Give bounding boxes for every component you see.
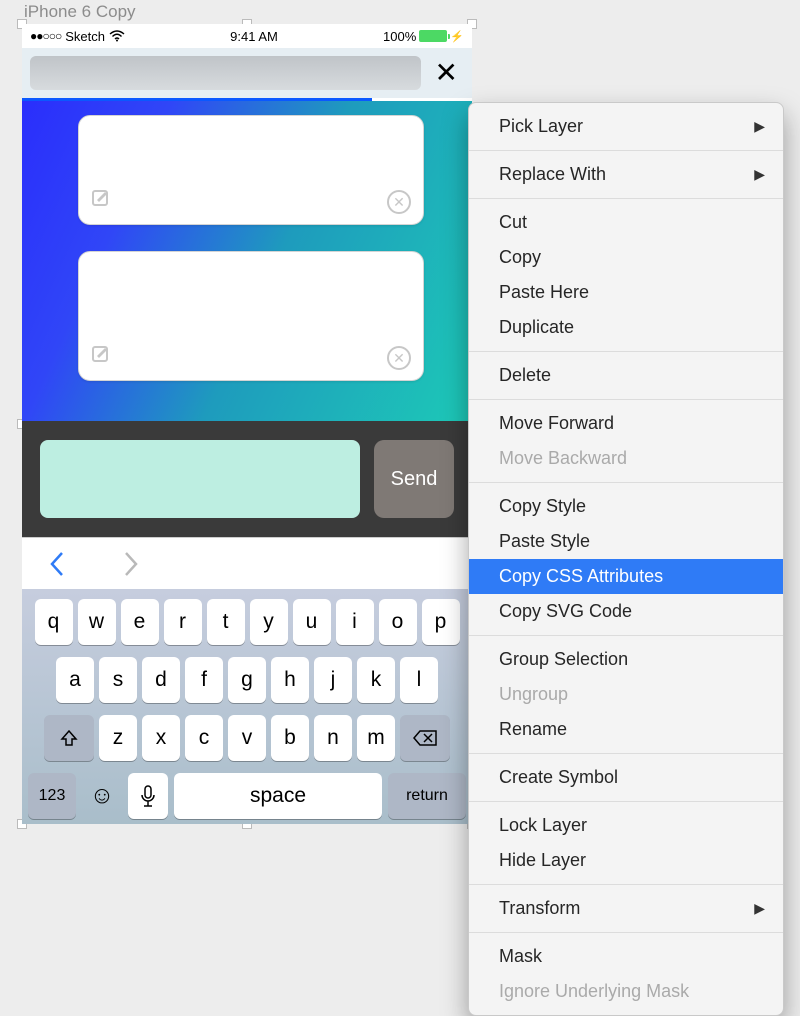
- wifi-icon: [109, 30, 125, 42]
- key-u[interactable]: u: [293, 599, 331, 645]
- message-card[interactable]: ✕: [78, 251, 424, 381]
- menu-lock-layer[interactable]: Lock Layer: [469, 808, 783, 843]
- menu-pick-layer[interactable]: Pick Layer▶: [469, 109, 783, 144]
- compose-icon[interactable]: [91, 345, 111, 370]
- search-bar: ✕: [22, 48, 472, 98]
- battery-pct-label: 100%: [383, 29, 416, 44]
- key-s[interactable]: s: [99, 657, 137, 703]
- menu-copy[interactable]: Copy: [469, 240, 783, 275]
- key-j[interactable]: j: [314, 657, 352, 703]
- compose-icon[interactable]: [91, 189, 111, 214]
- message-list: ✕ ✕: [22, 101, 472, 421]
- key-e[interactable]: e: [121, 599, 159, 645]
- key-b[interactable]: b: [271, 715, 309, 761]
- menu-copy-svg-code[interactable]: Copy SVG Code: [469, 594, 783, 629]
- signal-dots-icon: ●●○○○: [30, 29, 61, 43]
- artboard-title: iPhone 6 Copy: [24, 2, 136, 22]
- key-f[interactable]: f: [185, 657, 223, 703]
- charging-icon: ⚡: [450, 30, 464, 43]
- menu-transform[interactable]: Transform▶: [469, 891, 783, 926]
- menu-mask[interactable]: Mask: [469, 939, 783, 974]
- key-l[interactable]: l: [400, 657, 438, 703]
- clock-label: 9:41 AM: [230, 29, 278, 44]
- menu-ungroup: Ungroup: [469, 677, 783, 712]
- key-h[interactable]: h: [271, 657, 309, 703]
- emoji-key[interactable]: ☺: [82, 773, 122, 819]
- submenu-arrow-icon: ▶: [754, 898, 765, 919]
- key-t[interactable]: t: [207, 599, 245, 645]
- submenu-arrow-icon: ▶: [754, 164, 765, 185]
- back-icon[interactable]: [48, 550, 68, 578]
- key-q[interactable]: q: [35, 599, 73, 645]
- key-v[interactable]: v: [228, 715, 266, 761]
- iphone-artboard: ●●○○○ Sketch 9:41 AM 100% ⚡ ✕ ✕: [22, 24, 472, 824]
- menu-duplicate[interactable]: Duplicate: [469, 310, 783, 345]
- menu-hide-layer[interactable]: Hide Layer: [469, 843, 783, 878]
- forward-icon[interactable]: [120, 550, 140, 578]
- menu-rename[interactable]: Rename: [469, 712, 783, 747]
- close-icon[interactable]: ✕: [429, 59, 464, 87]
- menu-move-backward: Move Backward: [469, 441, 783, 476]
- keyboard: qwertyuiop asdfghjkl zxcvbnm 123 ☺ space…: [22, 589, 472, 824]
- artboard-selection[interactable]: ●●○○○ Sketch 9:41 AM 100% ⚡ ✕ ✕: [22, 24, 472, 824]
- key-k[interactable]: k: [357, 657, 395, 703]
- backspace-key[interactable]: [400, 715, 450, 761]
- battery-icon: [419, 30, 447, 42]
- message-card[interactable]: ✕: [78, 115, 424, 225]
- menu-copy-style[interactable]: Copy Style: [469, 489, 783, 524]
- menu-create-symbol[interactable]: Create Symbol: [469, 760, 783, 795]
- key-r[interactable]: r: [164, 599, 202, 645]
- space-key[interactable]: space: [174, 773, 382, 819]
- keyboard-toolbar: [22, 537, 472, 589]
- status-bar: ●●○○○ Sketch 9:41 AM 100% ⚡: [22, 24, 472, 48]
- submenu-arrow-icon: ▶: [754, 116, 765, 137]
- delete-icon[interactable]: ✕: [387, 346, 411, 370]
- key-n[interactable]: n: [314, 715, 352, 761]
- delete-icon[interactable]: ✕: [387, 190, 411, 214]
- send-button[interactable]: Send: [374, 440, 454, 518]
- message-input[interactable]: [40, 440, 360, 518]
- key-d[interactable]: d: [142, 657, 180, 703]
- key-a[interactable]: a: [56, 657, 94, 703]
- menu-ignore-mask: Ignore Underlying Mask: [469, 974, 783, 1009]
- menu-replace-with[interactable]: Replace With▶: [469, 157, 783, 192]
- menu-cut[interactable]: Cut: [469, 205, 783, 240]
- key-p[interactable]: p: [422, 599, 460, 645]
- shift-key[interactable]: [44, 715, 94, 761]
- menu-delete[interactable]: Delete: [469, 358, 783, 393]
- numbers-key[interactable]: 123: [28, 773, 76, 819]
- key-g[interactable]: g: [228, 657, 266, 703]
- menu-paste-here[interactable]: Paste Here: [469, 275, 783, 310]
- dictation-key[interactable]: [128, 773, 168, 819]
- context-menu: Pick Layer▶ Replace With▶ Cut Copy Paste…: [468, 102, 784, 1016]
- menu-paste-style[interactable]: Paste Style: [469, 524, 783, 559]
- menu-move-forward[interactable]: Move Forward: [469, 406, 783, 441]
- key-m[interactable]: m: [357, 715, 395, 761]
- key-i[interactable]: i: [336, 599, 374, 645]
- search-input[interactable]: [30, 56, 421, 90]
- menu-group-selection[interactable]: Group Selection: [469, 642, 783, 677]
- key-y[interactable]: y: [250, 599, 288, 645]
- compose-row: Send: [22, 421, 472, 537]
- key-c[interactable]: c: [185, 715, 223, 761]
- key-o[interactable]: o: [379, 599, 417, 645]
- key-w[interactable]: w: [78, 599, 116, 645]
- key-z[interactable]: z: [99, 715, 137, 761]
- return-key[interactable]: return: [388, 773, 466, 819]
- menu-copy-css-attributes[interactable]: Copy CSS Attributes: [469, 559, 783, 594]
- carrier-label: Sketch: [65, 29, 105, 44]
- key-x[interactable]: x: [142, 715, 180, 761]
